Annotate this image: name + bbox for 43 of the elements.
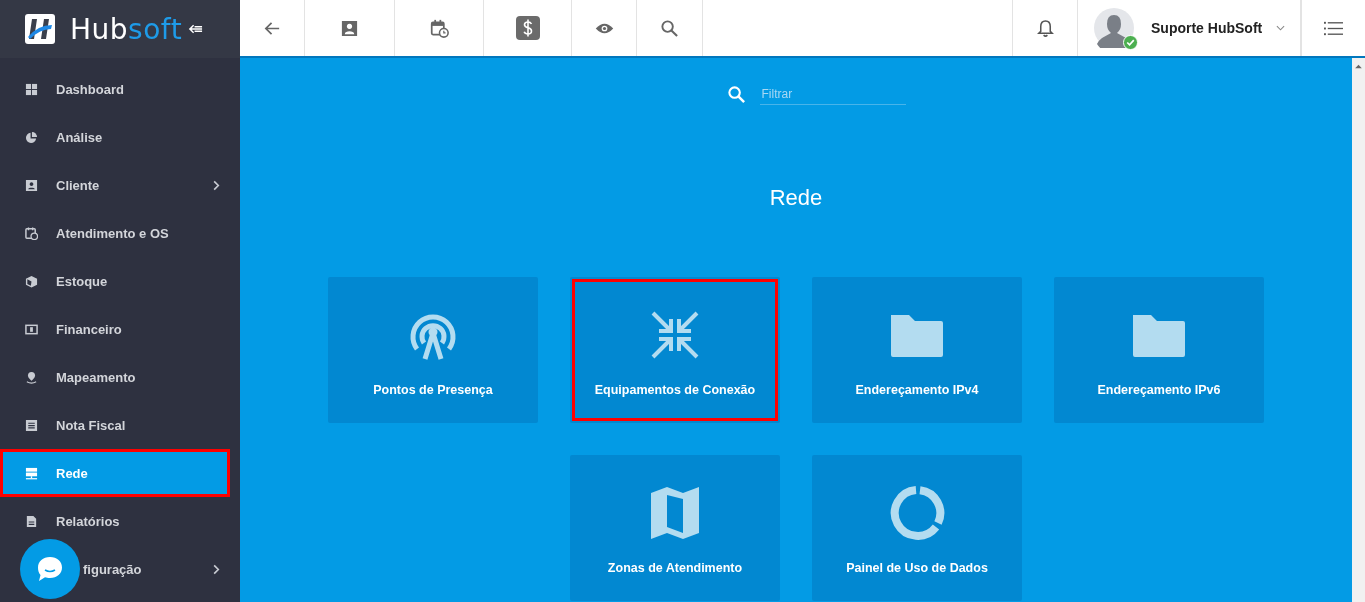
cube-icon: [25, 274, 38, 288]
ring-chart-icon: [889, 485, 945, 541]
document-icon: [25, 418, 38, 432]
menu-tile[interactable]: Equipamentos de Conexão: [570, 277, 780, 423]
calendar-clock-icon: [429, 18, 449, 38]
scrollbar[interactable]: [1352, 58, 1365, 602]
sidebar-item[interactable]: Nota Fiscal: [0, 401, 240, 449]
sidebar-item[interactable]: Financeiro: [0, 305, 240, 353]
collapse-menu-icon[interactable]: [188, 23, 204, 35]
dollar-icon: [515, 16, 540, 40]
contact-card-icon: [25, 178, 38, 192]
sidebar-item[interactable]: Análise: [0, 113, 240, 161]
scroll-up-arrow-icon[interactable]: [1355, 64, 1362, 69]
sidebar-item[interactable]: Dashboard: [0, 65, 240, 113]
logo-icon: [24, 13, 56, 45]
sidebar-item[interactable]: Estoque: [0, 257, 240, 305]
sidebar-item[interactable]: Mapeamento: [0, 353, 240, 401]
dashboard-icon: [25, 82, 38, 96]
calendar-clock-icon: [25, 226, 38, 240]
search-icon: [726, 85, 746, 104]
logo-text: Hubsoft: [70, 12, 183, 46]
server-icon: [25, 466, 38, 480]
search-icon: [660, 18, 679, 38]
banknote-icon: [25, 322, 38, 336]
filter-field[interactable]: Filtrar: [759, 84, 906, 105]
menu-tile[interactable]: Zonas de Atendimento: [570, 455, 780, 601]
page-title: Rede: [769, 185, 823, 211]
menu-tile[interactable]: Endereçamento IPv6: [1054, 277, 1264, 423]
menu-tile[interactable]: Pontos de Presença: [328, 277, 538, 423]
contact-card-icon: [340, 18, 359, 38]
caret-icon: [1276, 25, 1286, 31]
sidebar-item[interactable]: Relatórios: [0, 497, 240, 545]
bell-icon: [1035, 18, 1055, 38]
sidebar-item[interactable]: Cliente: [0, 161, 240, 209]
menu-tile[interactable]: Endereçamento IPv4: [812, 277, 1022, 423]
sidebar-item[interactable]: Atendimento e OS: [0, 209, 240, 257]
chat-button[interactable]: [20, 539, 80, 599]
location-pin-icon: [25, 370, 38, 384]
notifications-button[interactable]: [1012, 0, 1078, 56]
menu-tile[interactable]: Painel de Uso de Dados: [812, 455, 1022, 601]
file-icon: [25, 514, 38, 528]
sidebar-item[interactable]: figuração: [0, 545, 240, 593]
pie-chart-icon: [25, 130, 38, 144]
